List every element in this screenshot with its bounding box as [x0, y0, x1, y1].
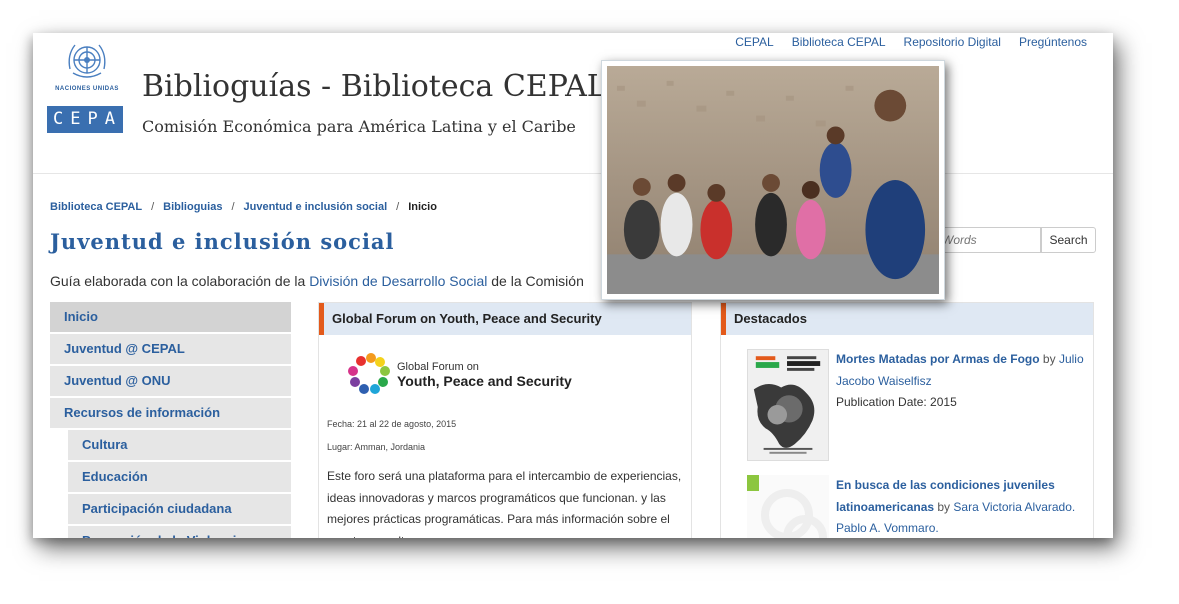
book-cover-mortes-matadas[interactable]	[747, 349, 829, 461]
event-date: Fecha: 21 al 22 de agosto, 2015	[327, 419, 457, 429]
book-info-2: En busca de las condiciones juveniles la…	[836, 475, 1086, 538]
book-info-1: Mortes Matadas por Armas de Fogo by Juli…	[836, 349, 1086, 414]
un-caption: NACIONES UNIDAS	[55, 86, 119, 92]
guide-desc-link[interactable]: División de Desarrollo Social	[309, 273, 487, 289]
site-title: Biblioguías - Biblioteca CEPAL	[142, 69, 607, 104]
book-pubdate: Publication Date: 2015	[836, 395, 957, 409]
sidebar-item-violencia[interactable]: Promoción de la Violencia	[68, 526, 291, 538]
event-description: Este foro será una plataforma para el in…	[327, 469, 682, 538]
guide-title: Juventud e inclusión social	[50, 229, 395, 254]
global-forum-logo-icon[interactable]	[341, 351, 401, 401]
breadcrumb: Biblioteca CEPAL / Biblioguias / Juventu…	[50, 201, 437, 213]
sidebar-item-cultura[interactable]: Cultura	[68, 430, 291, 460]
un-emblem-icon[interactable]	[61, 39, 113, 85]
forum-panel: Global Forum on Youth, Peace and Securit…	[318, 302, 692, 538]
guide-desc-suffix: de la Comisión	[487, 273, 584, 289]
top-link-cepal[interactable]: CEPAL	[735, 35, 773, 49]
breadcrumb-link-juventud[interactable]: Juventud e inclusión social	[244, 201, 388, 213]
page-card: CEPAL Biblioteca CEPAL Repositorio Digit…	[33, 33, 1113, 538]
breadcrumb-separator: /	[396, 201, 400, 213]
top-links-nav: CEPAL Biblioteca CEPAL Repositorio Digit…	[735, 35, 1087, 49]
search-button[interactable]: Search	[1041, 227, 1096, 253]
header-divider	[33, 173, 1113, 174]
top-link-biblioteca[interactable]: Biblioteca CEPAL	[792, 35, 886, 49]
guide-description: Guía elaborada con la colaboración de la…	[50, 273, 584, 289]
search-input[interactable]	[933, 227, 1041, 253]
youth-group-photo	[601, 60, 945, 300]
book-cover-en-busca[interactable]	[747, 475, 829, 538]
event-location: Lugar: Amman, Jordania	[327, 442, 426, 452]
sidebar-item-educacion[interactable]: Educación	[68, 462, 291, 492]
featured-panel-heading: Destacados	[721, 303, 1093, 335]
sidebar-nav: Inicio Juventud @ CEPAL Juventud @ ONU R…	[50, 302, 291, 538]
global-forum-logo-line1: Global Forum on	[397, 361, 479, 373]
top-link-preguntenos[interactable]: Pregúntenos	[1019, 35, 1087, 49]
forum-panel-heading: Global Forum on Youth, Peace and Securit…	[319, 303, 691, 335]
cepal-logo[interactable]: CEPAL	[47, 106, 132, 133]
breadcrumb-separator: /	[151, 201, 155, 213]
sidebar-item-juventud-onu[interactable]: Juventud @ ONU	[50, 366, 291, 396]
breadcrumb-link-biblioteca[interactable]: Biblioteca CEPAL	[50, 201, 142, 213]
breadcrumb-link-biblioguias[interactable]: Biblioguias	[163, 201, 222, 213]
book-by-label: by	[1039, 352, 1059, 366]
book-by-label: by	[934, 499, 954, 514]
featured-panel: Destacados Mortes Matadas por Armas de F…	[720, 302, 1094, 538]
global-forum-logo-line2: Youth, Peace and Security	[397, 373, 572, 389]
top-link-repositorio[interactable]: Repositorio Digital	[904, 35, 1001, 49]
sidebar-item-inicio[interactable]: Inicio	[50, 302, 291, 332]
sidebar-item-participacion[interactable]: Participación ciudadana	[68, 494, 291, 524]
sidebar-item-recursos[interactable]: Recursos de información	[50, 398, 291, 428]
breadcrumb-current: Inicio	[408, 201, 437, 213]
breadcrumb-separator: /	[231, 201, 235, 213]
sidebar-item-juventud-cepal[interactable]: Juventud @ CEPAL	[50, 334, 291, 364]
youth-photo-image	[607, 66, 939, 294]
guide-desc-prefix: Guía elaborada con la colaboración de la	[50, 273, 310, 289]
site-subtitle: Comisión Económica para América Latina y…	[142, 117, 576, 136]
book-title-link[interactable]: Mortes Matadas por Armas de Fogo	[836, 352, 1040, 366]
